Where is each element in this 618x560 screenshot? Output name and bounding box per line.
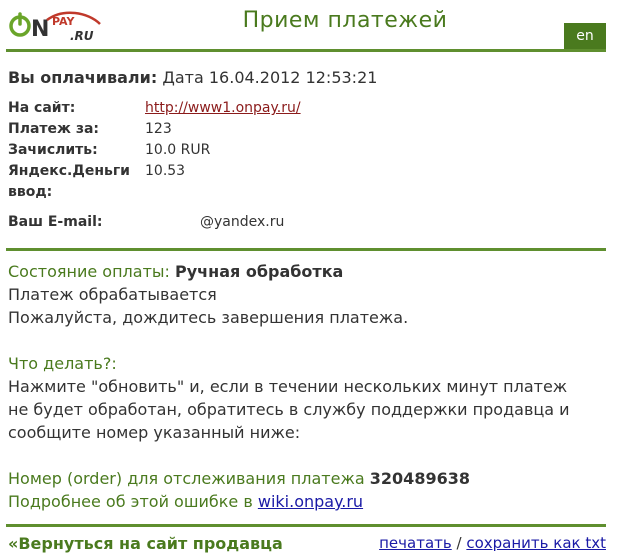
payment-summary: Вы оплачивали: Дата 16.04.2012 12:53:21 (8, 68, 377, 87)
separator: / (456, 534, 462, 552)
detail-row-payment: Платеж за: 123 (8, 119, 301, 140)
payment-for-label: Платеж за: (8, 121, 100, 137)
onpay-logo[interactable]: N PAY .RU (8, 6, 108, 46)
status-label: Состояние оплаты: (8, 262, 170, 281)
email-value: @yandex.ru (200, 214, 285, 230)
date-value: 16.04.2012 12:53:21 (208, 68, 378, 87)
what-todo-heading: Что делать?: (8, 354, 117, 373)
site-label: На сайт: (8, 100, 76, 116)
status-text-2: Пожалуйста, дождитесь завершения платежа… (8, 308, 409, 327)
date-label: Дата (162, 68, 204, 87)
wiki-link[interactable]: wiki.onpay.ru (258, 492, 363, 511)
language-button[interactable]: en (564, 23, 606, 49)
save-txt-link[interactable]: сохранить как txt (466, 534, 606, 552)
svg-text:PAY: PAY (52, 15, 76, 28)
instruction-2: не будет обработан, обратитесь в службу … (8, 400, 570, 419)
order-label: Номер (order) для отслеживания платежа (8, 469, 365, 488)
input-label-line1: Яндекс.Деньги (8, 163, 130, 179)
credit-value: 10.0 RUR (145, 142, 211, 158)
order-line: Номер (order) для отслеживания платежа 3… (8, 467, 570, 490)
order-number: 320489638 (369, 469, 470, 488)
page-title: Прием платежей (242, 8, 448, 33)
detail-row-input: Яндекс.Деньги ввод: 10.53 (8, 161, 301, 203)
input-label: Яндекс.Деньги ввод: (8, 161, 145, 203)
footer-divider (6, 524, 606, 527)
more-info-line: Подробнее об этой ошибке в wiki.onpay.ru (8, 490, 570, 513)
status-line: Состояние оплаты: Ручная обработка (8, 260, 570, 283)
footer-actions: печатать / сохранить как txt (379, 534, 606, 552)
more-info-label: Подробнее об этой ошибке в (8, 492, 253, 511)
details-divider (6, 248, 606, 251)
credit-label: Зачислить: (8, 142, 98, 158)
svg-text:.RU: .RU (70, 29, 94, 43)
payment-details: На сайт: http://www1.onpay.ru/ Платеж за… (8, 98, 301, 203)
instruction-1: Нажмите "обновить" и, если в течении нес… (8, 377, 568, 396)
input-label-line2: ввод: (8, 184, 53, 200)
email-label: Ваш E-mail: (8, 214, 103, 230)
status-value: Ручная обработка (175, 262, 344, 281)
footer: «Вернуться на сайт продавца печатать / с… (8, 534, 606, 558)
header: N PAY .RU Прием платежей en (0, 0, 618, 52)
payment-for-value: 123 (145, 121, 172, 137)
email-row: Ваш E-mail: @yandex.ru (8, 214, 284, 230)
print-link[interactable]: печатать (379, 534, 452, 552)
back-to-merchant-link[interactable]: «Вернуться на сайт продавца (8, 534, 283, 553)
svg-text:N: N (31, 17, 49, 42)
site-link[interactable]: http://www1.onpay.ru/ (145, 100, 301, 116)
instruction-3: сообщите номер указанный ниже: (8, 423, 301, 442)
detail-row-site: На сайт: http://www1.onpay.ru/ (8, 98, 301, 119)
status-text-1: Платеж обрабатывается (8, 285, 217, 304)
detail-row-credit: Зачислить: 10.0 RUR (8, 140, 301, 161)
status-section: Состояние оплаты: Ручная обработка Плате… (8, 260, 570, 513)
input-value: 10.53 (145, 163, 186, 179)
paid-label: Вы оплачивали: (8, 68, 158, 87)
header-divider (6, 49, 606, 52)
